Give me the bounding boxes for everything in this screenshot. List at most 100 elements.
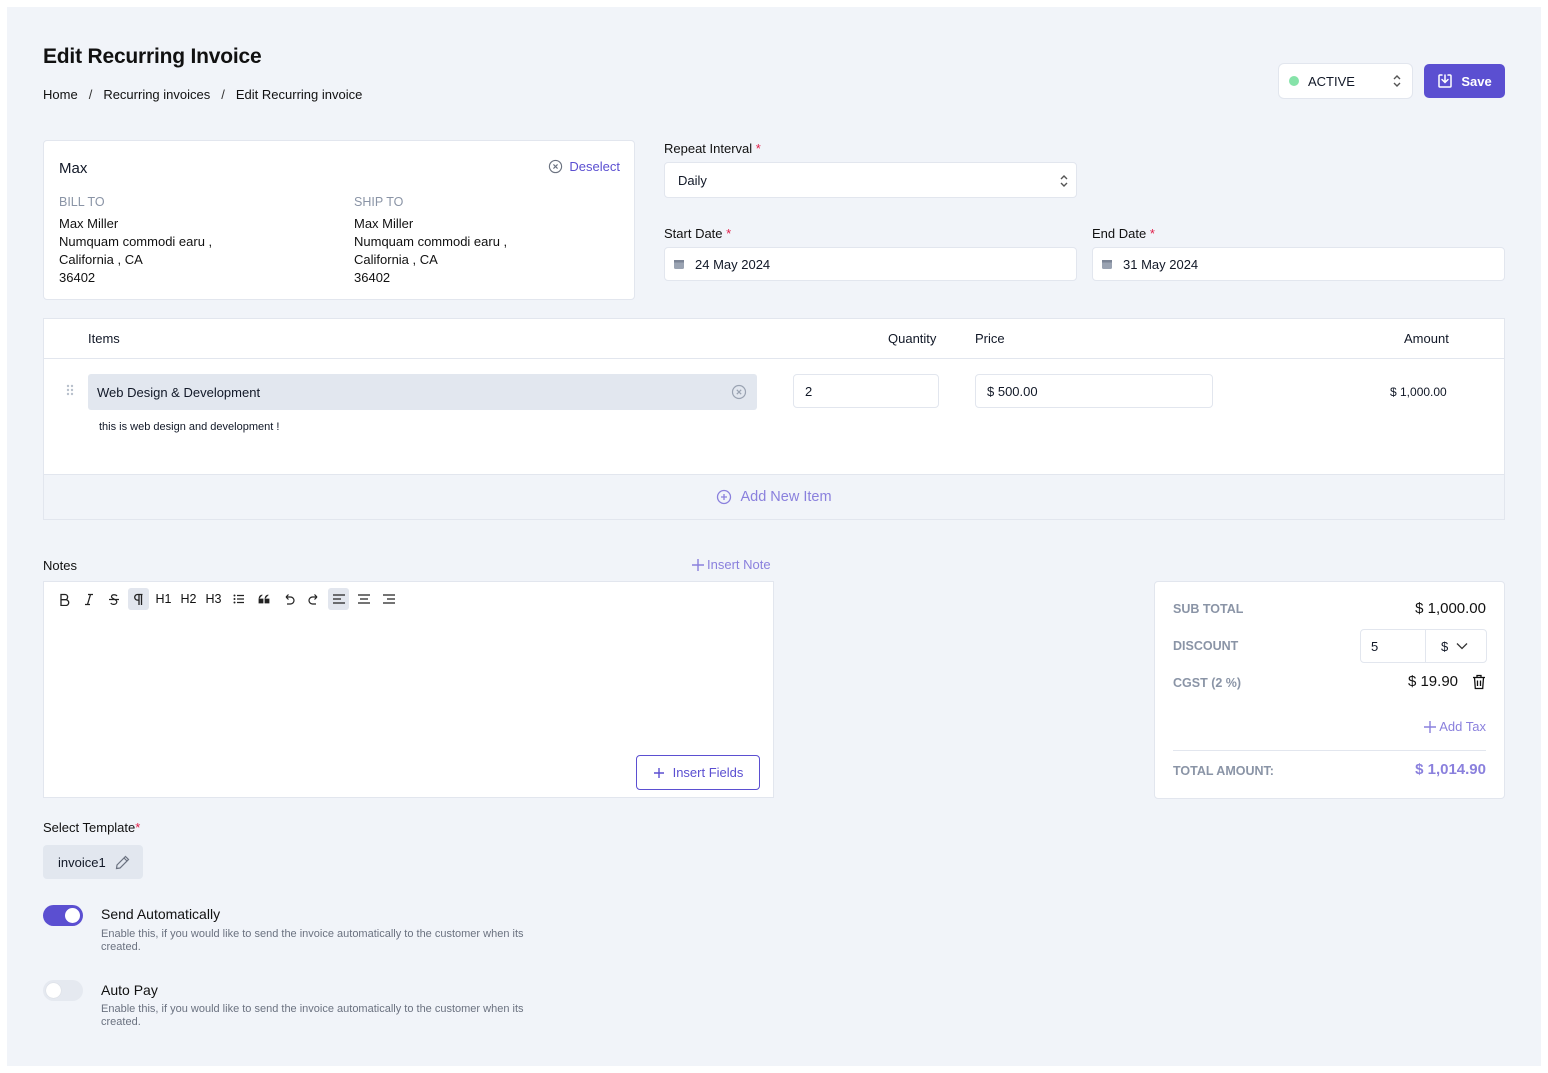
tax-row: CGST (2 %) $ 19.90 bbox=[1173, 673, 1486, 690]
deselect-button[interactable]: Deselect bbox=[548, 159, 620, 174]
item-name-select[interactable]: Web Design & Development bbox=[88, 374, 757, 410]
calendar-icon bbox=[1102, 260, 1112, 269]
template-select-button[interactable]: invoice1 bbox=[43, 845, 143, 879]
insert-note-label: Insert Note bbox=[707, 557, 771, 572]
send-automatically-toggle[interactable] bbox=[43, 905, 83, 926]
page: Edit Recurring Invoice Home / Recurring … bbox=[7, 7, 1541, 1066]
chevron-up-down-icon bbox=[1060, 175, 1068, 187]
breadcrumb-home[interactable]: Home bbox=[43, 87, 78, 102]
bold-button[interactable] bbox=[53, 588, 74, 610]
quantity-value: 2 bbox=[805, 383, 813, 399]
tax-label: CGST (2 %) bbox=[1173, 676, 1242, 690]
ship-to-line: California , CA bbox=[354, 252, 438, 267]
align-right-icon bbox=[382, 594, 395, 604]
strikethrough-button[interactable] bbox=[103, 588, 124, 610]
price-value: $ 500.00 bbox=[987, 383, 1038, 399]
insert-note-button[interactable]: Insert Note bbox=[691, 557, 771, 572]
start-date-value: 24 May 2024 bbox=[695, 256, 771, 272]
start-date-label-text: Start Date bbox=[664, 226, 723, 241]
paragraph-button[interactable] bbox=[128, 588, 149, 610]
start-date-input[interactable]: 24 May 2024 bbox=[664, 247, 1077, 281]
bullet-list-icon bbox=[233, 594, 244, 604]
ship-to-line: Max Miller bbox=[354, 216, 414, 231]
breadcrumb-separator: / bbox=[221, 87, 225, 102]
items-column-header: Items bbox=[88, 331, 120, 346]
blockquote-button[interactable] bbox=[253, 588, 274, 610]
required-marker: * bbox=[135, 820, 141, 835]
quote-icon bbox=[258, 594, 269, 604]
end-date-input[interactable]: 31 May 2024 bbox=[1092, 247, 1505, 281]
toggle-knob bbox=[46, 983, 61, 998]
drag-handle-icon[interactable] bbox=[66, 384, 74, 396]
strikethrough-icon bbox=[108, 593, 119, 605]
chevron-down-icon bbox=[1456, 643, 1468, 650]
status-dot-icon bbox=[1289, 76, 1299, 86]
breadcrumb-recurring-invoices[interactable]: Recurring invoices bbox=[103, 87, 210, 102]
sub-total-row: SUB TOTAL $ 1,000.00 bbox=[1173, 600, 1486, 617]
required-marker: * bbox=[755, 141, 761, 156]
add-tax-button[interactable]: Add Tax bbox=[1423, 719, 1486, 734]
align-center-button[interactable] bbox=[353, 588, 374, 610]
status-select[interactable]: ACTIVE bbox=[1278, 63, 1413, 99]
breadcrumb: Home / Recurring invoices / Edit Recurri… bbox=[43, 87, 362, 102]
trash-icon[interactable] bbox=[1472, 674, 1486, 690]
bill-to-line: 36402 bbox=[59, 270, 96, 285]
total-amount-row: TOTAL AMOUNT: $ 1,014.90 bbox=[1173, 761, 1486, 778]
discount-type-select[interactable]: $ bbox=[1425, 629, 1487, 663]
add-new-item-button[interactable]: Add New Item bbox=[44, 474, 1504, 519]
notes-editor[interactable]: Insert Fields bbox=[43, 616, 774, 798]
bill-to-address: BILL TO Max Miller Numquam commodi earu … bbox=[59, 193, 212, 287]
repeat-interval-select[interactable]: Daily bbox=[664, 162, 1077, 198]
item-description[interactable]: this is web design and development ! bbox=[99, 421, 279, 433]
tax-value: $ 19.90 bbox=[1407, 673, 1458, 690]
customer-name: Max bbox=[59, 160, 88, 177]
align-right-button[interactable] bbox=[378, 588, 399, 610]
close-circle-icon bbox=[549, 159, 563, 174]
save-button[interactable]: Save bbox=[1424, 64, 1505, 98]
price-input[interactable]: $ 500.00 bbox=[975, 374, 1213, 408]
plus-circle-icon bbox=[717, 489, 732, 505]
quantity-input[interactable]: 2 bbox=[793, 374, 939, 408]
discount-type-value: $ bbox=[1441, 638, 1449, 654]
undo-button[interactable] bbox=[278, 588, 299, 610]
heading-1-button[interactable]: H1 bbox=[153, 588, 174, 610]
select-template-label: Select Template* bbox=[43, 820, 140, 835]
sub-total-label: SUB TOTAL bbox=[1173, 602, 1244, 616]
ship-to-line: Numquam commodi earu , bbox=[354, 234, 508, 249]
breadcrumb-current: Edit Recurring invoice bbox=[235, 87, 363, 102]
sub-total-value: $ 1,000.00 bbox=[1415, 600, 1486, 617]
repeat-interval-label: Repeat Interval * bbox=[664, 141, 761, 156]
bill-to-line: California , CA bbox=[59, 252, 143, 267]
ship-to-address: SHIP TO Max Miller Numquam commodi earu … bbox=[354, 193, 507, 287]
close-circle-icon[interactable] bbox=[731, 384, 747, 400]
discount-label: DISCOUNT bbox=[1173, 639, 1239, 653]
amount-column-header: Amount bbox=[1404, 331, 1449, 346]
heading-3-button[interactable]: H3 bbox=[203, 588, 224, 610]
redo-button[interactable] bbox=[303, 588, 324, 610]
toggle-knob bbox=[65, 908, 80, 923]
deselect-label: Deselect bbox=[569, 159, 620, 174]
item-name: Web Design & Development bbox=[97, 384, 261, 400]
notes-toolbar: H1 H2 H3 bbox=[43, 581, 774, 617]
page-title: Edit Recurring Invoice bbox=[43, 45, 262, 68]
align-left-button[interactable] bbox=[328, 588, 349, 610]
insert-fields-button[interactable]: Insert Fields bbox=[636, 755, 760, 790]
heading-2-button[interactable]: H2 bbox=[178, 588, 199, 610]
auto-pay-toggle[interactable] bbox=[43, 980, 83, 1001]
notes-label: Notes bbox=[43, 558, 77, 573]
items-table-header: Items Quantity Price Amount bbox=[44, 319, 1504, 359]
template-value: invoice1 bbox=[58, 854, 106, 870]
total-amount-label: TOTAL AMOUNT: bbox=[1173, 764, 1274, 778]
ship-to-line: 36402 bbox=[354, 270, 391, 285]
totals-card: SUB TOTAL $ 1,000.00 DISCOUNT 5 $ CGST (… bbox=[1154, 581, 1505, 799]
repeat-interval-value: Daily bbox=[678, 172, 707, 188]
italic-button[interactable] bbox=[78, 588, 99, 610]
required-marker: * bbox=[1149, 226, 1155, 241]
insert-fields-label: Insert Fields bbox=[672, 765, 744, 780]
select-template-label-text: Select Template bbox=[43, 820, 136, 835]
ship-to-heading: SHIP TO bbox=[354, 195, 404, 209]
discount-input[interactable]: 5 bbox=[1360, 629, 1426, 663]
bullet-list-button[interactable] bbox=[228, 588, 249, 610]
auto-pay-title: Auto Pay bbox=[101, 982, 158, 998]
align-left-icon bbox=[332, 594, 345, 604]
